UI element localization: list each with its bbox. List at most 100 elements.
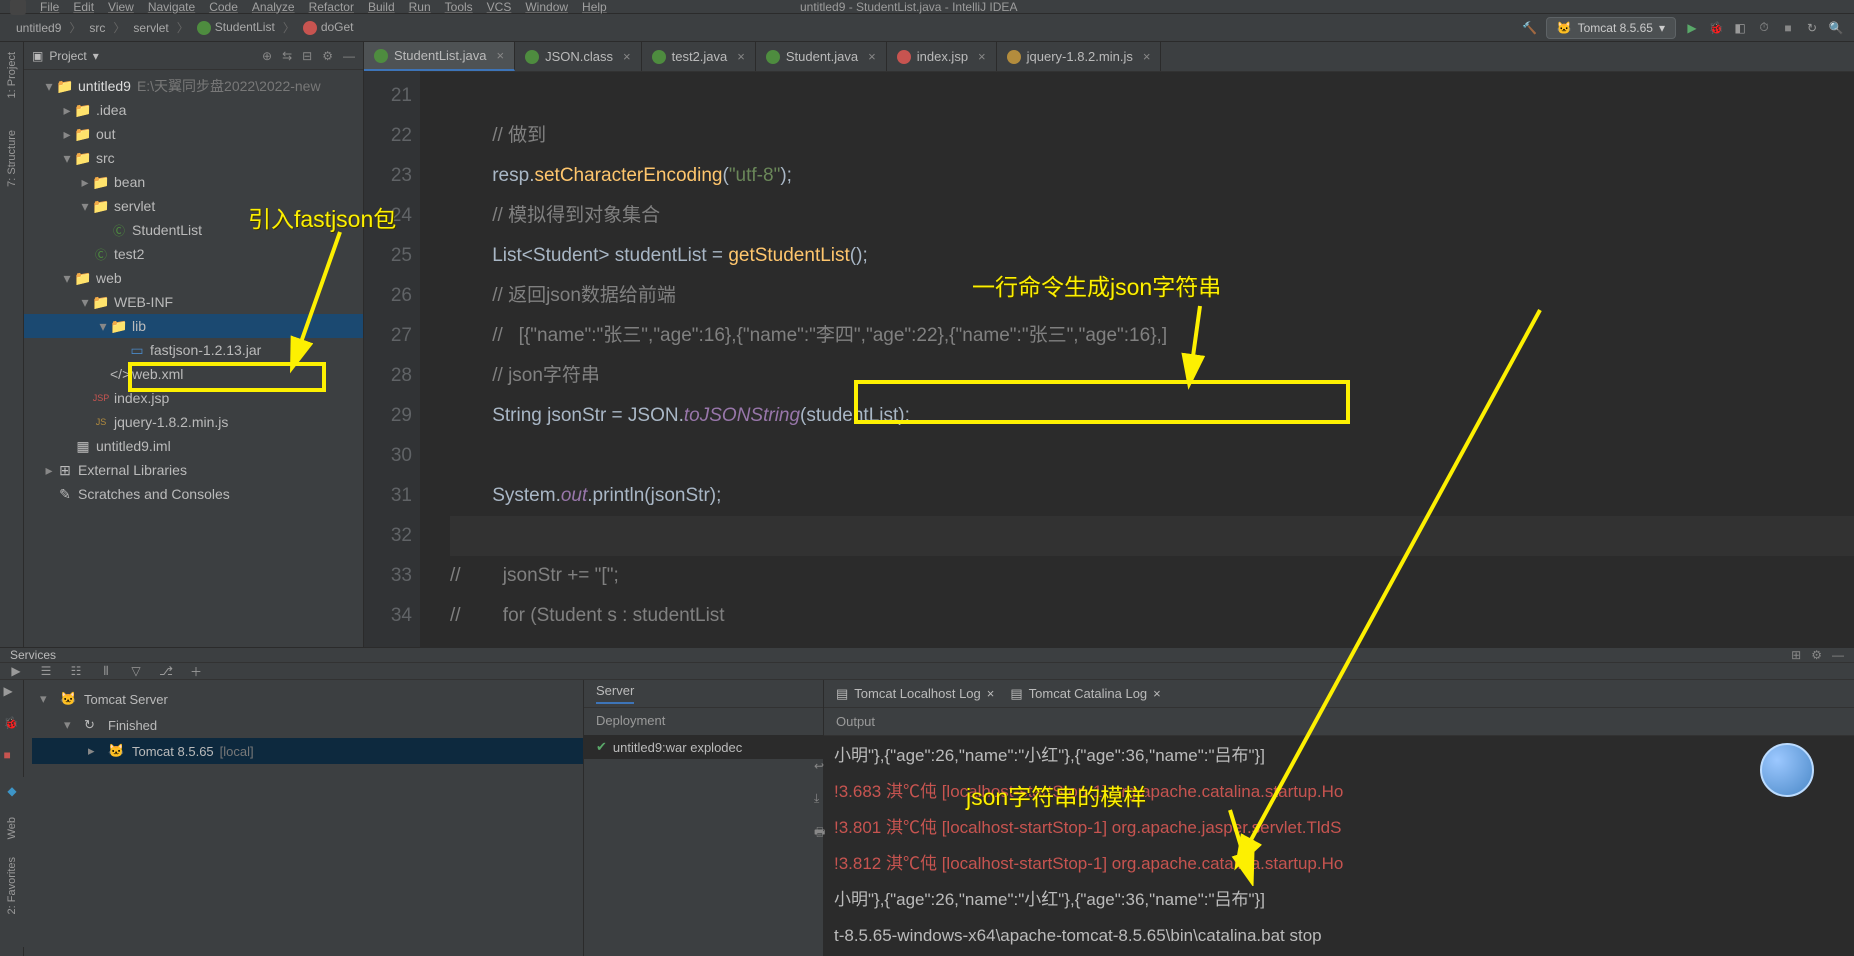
- select-opened-icon[interactable]: ⊕: [262, 49, 272, 63]
- crumb-package[interactable]: servlet: [127, 19, 174, 37]
- scroll-end-icon[interactable]: ⤓: [814, 791, 834, 811]
- close-icon[interactable]: ×: [1153, 686, 1161, 701]
- debug-icon[interactable]: 🐞: [4, 716, 20, 732]
- tree-row[interactable]: ✎Scratches and Consoles: [24, 482, 363, 506]
- tree-row[interactable]: ▭fastjson-1.2.13.jar: [24, 338, 363, 362]
- menu-view[interactable]: View: [108, 0, 134, 14]
- tree-row[interactable]: ▾📁untitled9 E:\天翼同步盘2022\2022-new: [24, 74, 363, 98]
- editor-tab[interactable]: Student.java×: [756, 42, 887, 71]
- close-icon[interactable]: ×: [737, 49, 745, 64]
- tree-row[interactable]: ▦untitled9.iml: [24, 434, 363, 458]
- menu-analyze[interactable]: Analyze: [252, 0, 295, 14]
- close-icon[interactable]: ×: [623, 49, 631, 64]
- menu-help[interactable]: Help: [582, 0, 607, 14]
- stop-button[interactable]: ■: [1780, 20, 1796, 36]
- print-icon[interactable]: 🖶: [814, 823, 834, 843]
- group-icon[interactable]: ⫴: [98, 663, 114, 679]
- tree-row[interactable]: ▾📁web: [24, 266, 363, 290]
- services-tree-row[interactable]: ▾🐱Tomcat Server: [32, 686, 583, 712]
- close-icon[interactable]: ×: [1143, 49, 1151, 64]
- services-tree-row[interactable]: ▾↻Finished: [32, 712, 583, 738]
- favorites-tool-tab[interactable]: 2: Favorites: [6, 857, 18, 914]
- project-panel-title[interactable]: Project: [49, 49, 86, 63]
- collapse-all-icon[interactable]: ⊟: [302, 49, 312, 63]
- expand-all-icon[interactable]: ⇆: [282, 49, 292, 63]
- structure-tool-tab[interactable]: 7: Structure: [6, 124, 18, 193]
- tree-row[interactable]: ▸📁bean: [24, 170, 363, 194]
- search-everywhere-icon[interactable]: 🔍: [1828, 20, 1844, 36]
- editor-tab[interactable]: test2.java×: [642, 42, 756, 71]
- update-button[interactable]: ↻: [1804, 20, 1820, 36]
- menu-code[interactable]: Code: [209, 0, 238, 14]
- server-tab[interactable]: Server: [596, 683, 634, 704]
- chevron-down-icon[interactable]: ▾: [93, 49, 99, 63]
- deployment-item[interactable]: ✔ untitled9:war explodec: [584, 735, 823, 759]
- crumb-class[interactable]: StudentList: [191, 18, 281, 37]
- filter-icon[interactable]: ▽: [128, 663, 144, 679]
- profiler-button[interactable]: ⏱: [1756, 20, 1772, 36]
- hide-icon[interactable]: —: [1832, 648, 1844, 662]
- tree-row[interactable]: </>​web.xml: [24, 362, 363, 386]
- tree-row[interactable]: ▸⊞External Libraries: [24, 458, 363, 482]
- tree-row[interactable]: ⒸStudentList: [24, 218, 363, 242]
- menu-edit[interactable]: Edit: [73, 0, 94, 14]
- tree-row[interactable]: ▾📁servlet: [24, 194, 363, 218]
- crumb-src[interactable]: src: [83, 19, 111, 37]
- debug-button[interactable]: 🐞: [1708, 20, 1724, 36]
- menu-vcs[interactable]: VCS: [487, 0, 512, 14]
- thread-icon[interactable]: ⎇: [158, 663, 174, 679]
- menu-window[interactable]: Window: [525, 0, 568, 14]
- web-tool-tab[interactable]: Web: [6, 817, 18, 839]
- editor-tab[interactable]: JSON.class×: [515, 42, 642, 71]
- build-icon[interactable]: 🔨: [1522, 20, 1538, 36]
- close-icon[interactable]: ×: [987, 686, 995, 701]
- rerun-icon[interactable]: ▶: [4, 684, 20, 700]
- tree-row[interactable]: ▸📁.idea: [24, 98, 363, 122]
- services-tree-row[interactable]: ▸🐱Tomcat 8.5.65 [local]: [32, 738, 583, 764]
- editor-tab[interactable]: jquery-1.8.2.min.js×: [997, 42, 1162, 71]
- tree-collapse-icon[interactable]: ☷: [68, 663, 84, 679]
- gear-icon[interactable]: ⚙: [1811, 648, 1822, 662]
- tomcat-catalina-log-tab[interactable]: ▤Tomcat Catalina Log×: [1010, 686, 1160, 702]
- code-editor[interactable]: // 做到 resp.setCharacterEncoding("utf-8")…: [420, 72, 1854, 647]
- soft-wrap-icon[interactable]: ↩: [814, 759, 834, 779]
- run-button[interactable]: ▶: [1684, 20, 1700, 36]
- close-icon[interactable]: ×: [978, 49, 986, 64]
- crumb-method[interactable]: doGet: [297, 18, 360, 37]
- tree-row[interactable]: JSPindex.jsp: [24, 386, 363, 410]
- web-tool-icon[interactable]: ◆: [4, 783, 20, 799]
- menu-run[interactable]: Run: [409, 0, 431, 14]
- tree-expand-icon[interactable]: ☰: [38, 663, 54, 679]
- chevron-down-icon: ▾: [1659, 21, 1665, 35]
- console-output[interactable]: 小明"},{"age":26,"name":"小红"},{"age":36,"n…: [824, 736, 1854, 956]
- gear-icon[interactable]: ⚙: [322, 49, 333, 63]
- tree-row[interactable]: JSjquery-1.8.2.min.js: [24, 410, 363, 434]
- close-icon[interactable]: ×: [497, 48, 505, 63]
- hide-panel-icon[interactable]: —: [343, 49, 355, 63]
- tree-row[interactable]: ▾📁src: [24, 146, 363, 170]
- add-service-icon[interactable]: ＋: [188, 663, 204, 679]
- tree-row[interactable]: ▾📁WEB-INF: [24, 290, 363, 314]
- menu-refactor[interactable]: Refactor: [309, 0, 354, 14]
- menu-build[interactable]: Build: [368, 0, 395, 14]
- menu-file[interactable]: File: [40, 0, 59, 14]
- stop-icon[interactable]: ■: [4, 748, 20, 764]
- services-tree[interactable]: ▾🐱Tomcat Server▾↻Finished▸🐱Tomcat 8.5.65…: [24, 680, 584, 956]
- services-title[interactable]: Services: [10, 648, 56, 662]
- tomcat-localhost-log-tab[interactable]: ▤Tomcat Localhost Log×: [836, 686, 994, 702]
- expand-icon[interactable]: ⊞: [1791, 648, 1801, 662]
- editor-tab[interactable]: StudentList.java×: [364, 42, 515, 71]
- tree-row[interactable]: Ⓒtest2: [24, 242, 363, 266]
- menu-tools[interactable]: Tools: [445, 0, 473, 14]
- close-icon[interactable]: ×: [868, 49, 876, 64]
- run-config-dropdown[interactable]: 🐱 Tomcat 8.5.65 ▾: [1546, 17, 1676, 39]
- menu-navigate[interactable]: Navigate: [148, 0, 195, 14]
- coverage-button[interactable]: ◧: [1732, 20, 1748, 36]
- tree-row[interactable]: ▸📁out: [24, 122, 363, 146]
- editor-tab[interactable]: index.jsp×: [887, 42, 997, 71]
- tree-row[interactable]: ▾📁lib: [24, 314, 363, 338]
- project-tool-tab[interactable]: 1: Project: [6, 46, 18, 104]
- project-tree[interactable]: ▾📁untitled9 E:\天翼同步盘2022\2022-new▸📁.idea…: [24, 70, 363, 510]
- crumb-project[interactable]: untitled9: [10, 19, 67, 37]
- services-run-icon[interactable]: ▶: [8, 663, 24, 679]
